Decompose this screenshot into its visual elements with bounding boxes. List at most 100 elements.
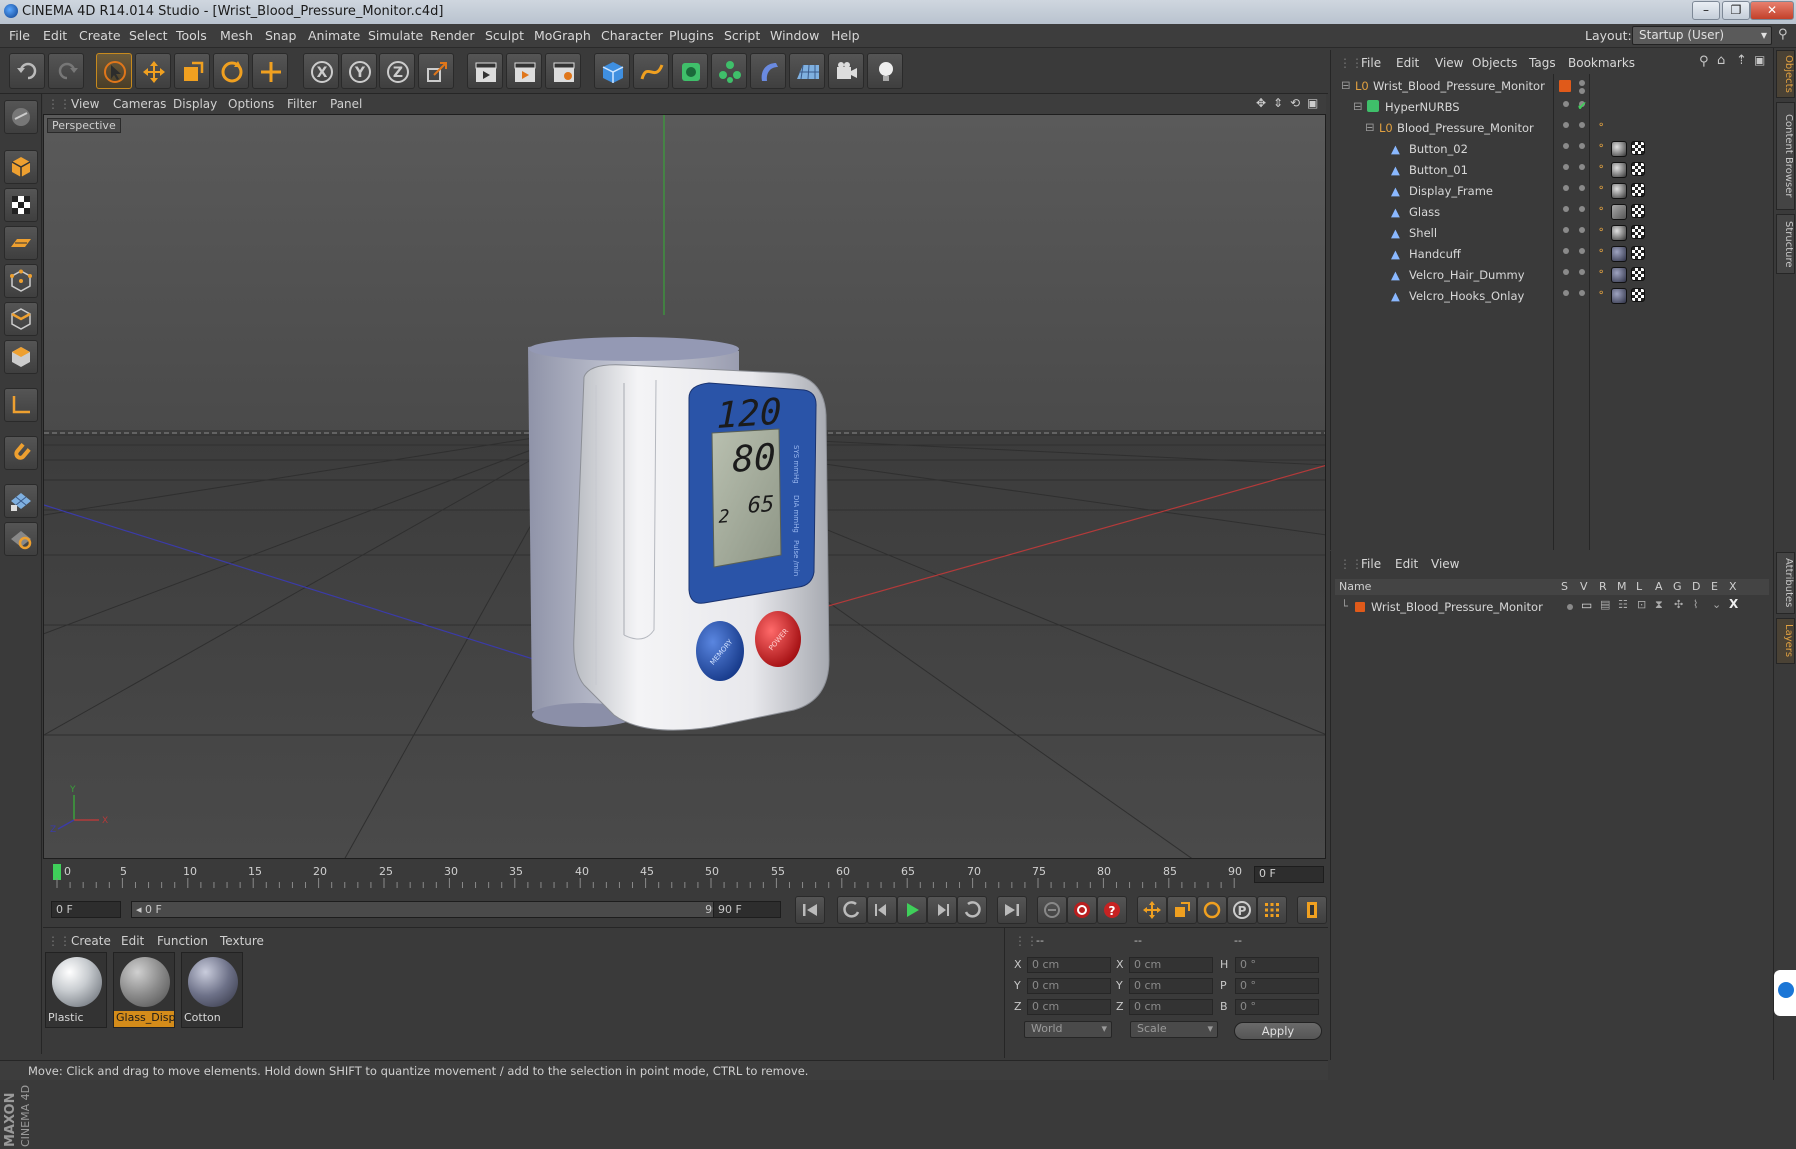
uvw-tag-icon[interactable] [1631, 141, 1645, 155]
menu-file[interactable]: File [9, 28, 30, 43]
menu-edit[interactable]: Edit [43, 28, 67, 43]
layer-xref-icon[interactable]: X [1729, 597, 1738, 611]
frame-range-slider[interactable]: ◂ 0 F 90 F ▸ [131, 901, 743, 918]
size-mode-dropdown[interactable]: Scale ▾ [1130, 1021, 1218, 1038]
layer-view-icon[interactable]: ▭ [1581, 598, 1592, 612]
drag-handle-icon[interactable]: ⋮⋮ [1339, 557, 1363, 571]
material-tag-icon[interactable] [1611, 183, 1627, 199]
editor-visibility-icon[interactable] [1563, 290, 1569, 296]
menu-tools[interactable]: Tools [176, 28, 207, 43]
start-frame-field[interactable]: 0 F [51, 901, 121, 918]
collapse-icon[interactable]: ⊟ [1341, 78, 1351, 92]
uvw-tag-icon[interactable] [1631, 204, 1645, 218]
layer-menu-file[interactable]: File [1361, 557, 1381, 571]
editor-visibility-icon[interactable] [1563, 185, 1569, 191]
editor-visibility-icon[interactable] [1563, 227, 1569, 233]
timeline-ruler[interactable]: 0 5 10 15 20 25 30 35 40 45 50 55 60 65 … [43, 860, 1328, 892]
current-frame-field[interactable]: 0 F [1254, 866, 1324, 883]
render-visibility-icon[interactable] [1579, 290, 1585, 296]
editor-visibility-icon[interactable] [1563, 248, 1569, 254]
menu-mesh[interactable]: Mesh [220, 28, 253, 43]
drag-handle-icon[interactable]: ⋮⋮ [1014, 934, 1038, 948]
menu-plugins[interactable]: Plugins [669, 28, 714, 43]
deformer-button[interactable] [750, 53, 786, 89]
phong-tag-icon[interactable]: ⚬ [1597, 120, 1605, 131]
coordinate-system-button[interactable] [418, 53, 454, 89]
light-button[interactable] [867, 53, 903, 89]
layer-menu-edit[interactable]: Edit [1395, 557, 1418, 571]
drag-handle-icon[interactable]: ⋮⋮ [47, 934, 71, 948]
up-arrow-icon[interactable]: ⇡ [1736, 53, 1747, 68]
menu-script[interactable]: Script [724, 28, 760, 43]
material-tag-icon[interactable] [1611, 141, 1627, 157]
search-icon[interactable]: ⚲ [1699, 54, 1709, 69]
viewport-menu-cameras[interactable]: Cameras [113, 97, 166, 111]
editor-visibility-icon[interactable] [1563, 122, 1569, 128]
uvw-tag-icon[interactable] [1631, 183, 1645, 197]
go-to-end-button[interactable] [997, 896, 1027, 924]
menu-render[interactable]: Render [430, 28, 475, 43]
redo-button[interactable] [48, 53, 84, 89]
previous-key-button[interactable] [837, 896, 867, 924]
tweak-mode-button[interactable] [4, 436, 38, 470]
material-glass-disp[interactable]: Glass_Disp [113, 952, 176, 1028]
rot-p-field[interactable]: 0 ° [1235, 978, 1319, 994]
layer-col-view[interactable]: V [1580, 580, 1588, 593]
render-settings-button[interactable] [545, 53, 581, 89]
phong-tag-icon[interactable]: ⚬ [1597, 162, 1605, 173]
object-row[interactable]: ▲ Button_02 ⚬ [1335, 139, 1771, 160]
close-button[interactable]: ✕ [1750, 1, 1794, 20]
workplane-mode-button[interactable] [4, 226, 38, 260]
menu-sculpt[interactable]: Sculpt [485, 28, 524, 43]
new-window-icon[interactable]: ▣ [1754, 53, 1765, 67]
drag-handle-icon[interactable]: ⋮⋮ [47, 97, 71, 111]
layer-col-animation[interactable]: A [1655, 580, 1663, 593]
live-selection-button[interactable] [96, 53, 132, 89]
object-row[interactable]: ⊟ L0 Blood_Pressure_Monitor ⚬ [1335, 118, 1771, 139]
points-mode-button[interactable] [4, 264, 38, 298]
editor-visibility-icon[interactable] [1563, 101, 1569, 107]
object-row[interactable]: ▲ Shell ⚬ [1335, 223, 1771, 244]
object-row[interactable]: ▲ Velcro_Hair_Dummy ⚬ [1335, 265, 1771, 286]
material-cotton[interactable]: Cotton [181, 952, 243, 1028]
phong-tag-icon[interactable]: ⚬ [1597, 204, 1605, 215]
uvw-tag-icon[interactable] [1631, 162, 1645, 176]
om-menu-tags[interactable]: Tags [1529, 56, 1556, 70]
scale-tool-button[interactable] [174, 53, 210, 89]
tab-objects[interactable]: Objects [1776, 50, 1795, 98]
minimize-button[interactable]: – [1692, 1, 1720, 20]
array-button[interactable] [711, 53, 747, 89]
polygons-mode-button[interactable] [4, 340, 38, 374]
layer-col-expressions[interactable]: E [1711, 580, 1718, 593]
model-mode-button[interactable] [4, 150, 38, 184]
rotate-tool-button[interactable] [213, 53, 249, 89]
object-row[interactable]: ▲ Button_01 ⚬ [1335, 160, 1771, 181]
pan-view-icon[interactable]: ✥ [1256, 96, 1266, 110]
key-rotation-button[interactable] [1197, 896, 1227, 924]
perspective-viewport[interactable]: 120 80 65 2 SYS mmHg DIA mmHg Pulse /min… [43, 114, 1326, 859]
maximize-button[interactable]: ❐ [1722, 1, 1750, 20]
cotton-material-tag-icon[interactable] [1611, 288, 1627, 304]
object-row[interactable]: ▲ Glass ⚬ [1335, 202, 1771, 223]
collapse-icon[interactable]: ⊟ [1365, 120, 1375, 134]
search-icon[interactable]: ⚲ [1778, 27, 1788, 42]
layer-solo-icon[interactable] [1567, 604, 1573, 610]
rot-b-field[interactable]: 0 ° [1235, 999, 1319, 1015]
om-menu-file[interactable]: File [1361, 56, 1381, 70]
viewport-menu-options[interactable]: Options [228, 97, 274, 111]
nurbs-button[interactable] [672, 53, 708, 89]
edges-mode-button[interactable] [4, 302, 38, 336]
spline-pen-button[interactable] [633, 53, 669, 89]
layer-manager-icon[interactable]: ☷ [1618, 598, 1628, 611]
y-axis-lock-button[interactable]: Y [341, 53, 377, 89]
enabled-check-icon[interactable]: ✔ [1577, 99, 1587, 113]
rotate-view-icon[interactable]: ⟲ [1290, 96, 1300, 110]
maximize-view-icon[interactable]: ▣ [1307, 96, 1318, 110]
zoom-view-icon[interactable]: ⇕ [1273, 96, 1283, 110]
tab-attributes[interactable]: Attributes [1776, 552, 1795, 614]
undo-button[interactable] [9, 53, 45, 89]
cotton-material-tag-icon[interactable] [1611, 267, 1627, 283]
make-editable-button[interactable] [4, 100, 38, 134]
rot-h-field[interactable]: 0 ° [1235, 957, 1319, 973]
material-menu-function[interactable]: Function [157, 934, 208, 948]
